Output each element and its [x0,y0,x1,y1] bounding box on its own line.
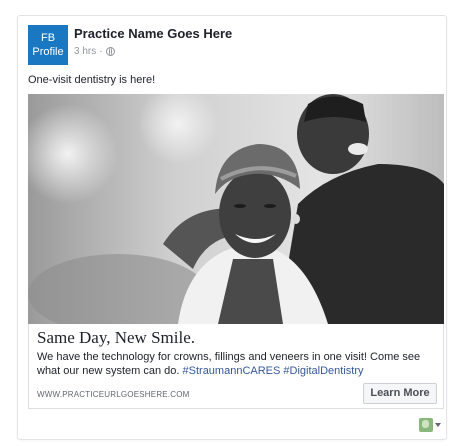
ad-description: We have the technology for crowns, filli… [37,350,432,378]
ad-hashtags[interactable]: #StraumannCARES #DigitalDentistry [183,365,364,377]
post-meta: 3 hrs · [74,46,115,57]
profile-selector[interactable] [419,418,441,432]
ad-url: WWW.PRACTICEURLGOESHERE.COM [37,390,190,399]
ad-headline[interactable]: Same Day, New Smile. [37,328,195,348]
page-name[interactable]: Practice Name Goes Here [74,26,232,41]
globe-icon [105,47,115,56]
learn-more-button[interactable]: Learn More [363,383,437,404]
chevron-down-icon [435,423,441,427]
meta-separator: · [99,46,103,57]
avatar-line-1: FB [40,32,56,44]
avatar-line-2: Profile [32,46,64,58]
post-timestamp[interactable]: 3 hrs [74,46,96,57]
page-avatar[interactable]: FB Profile [28,25,68,65]
ad-image[interactable] [28,94,444,324]
smiling-couple-photo [28,94,444,324]
profile-selector-icon [419,418,433,432]
ad-link-preview[interactable]: Same Day, New Smile. We have the technol… [28,324,444,409]
post-text: One-visit dentistry is here! [28,74,156,86]
